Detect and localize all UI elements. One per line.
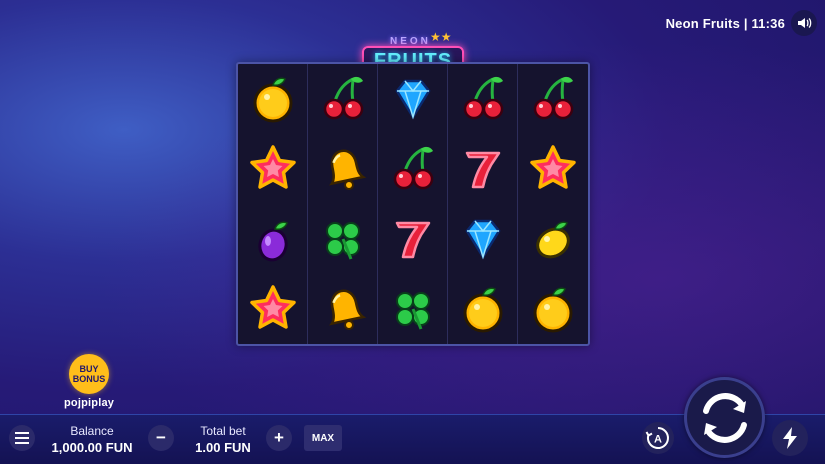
seven-icon: [465, 151, 500, 189]
reel-symbol-cell: [518, 274, 588, 344]
bell-icon: [328, 149, 366, 190]
autoplay-button[interactable]: A: [642, 422, 674, 454]
cherry-icon: [393, 146, 433, 190]
reel-2: [308, 64, 378, 344]
buy-bonus-line2: BONUS: [72, 374, 106, 384]
buy-bonus-line1: BUY: [79, 364, 99, 374]
game-title-clock: Neon Fruits | 11:36: [665, 16, 785, 31]
reel-symbol-cell: [448, 64, 517, 134]
reel-symbol-cell: [518, 64, 588, 134]
reel-symbol-cell: [448, 134, 517, 204]
provider-logo: pojpiplay: [64, 397, 115, 409]
cherry-icon: [323, 76, 363, 120]
bell-icon: [328, 289, 366, 330]
reel-4: [448, 64, 518, 344]
diamond-icon: [464, 219, 501, 260]
plum-icon: [257, 221, 288, 262]
reel-symbol-cell: [448, 274, 517, 344]
orange-icon: [463, 287, 502, 333]
turbo-button[interactable]: [772, 420, 808, 456]
seven-icon: [395, 221, 430, 259]
reel-symbol-cell: [238, 64, 307, 134]
spin-icon: [702, 392, 747, 443]
lemon-icon: [536, 221, 570, 259]
reel-symbol-cell: [378, 134, 447, 204]
reel-symbol-cell: [308, 134, 377, 204]
clover-icon: [395, 292, 430, 330]
reels-grid: [236, 62, 590, 346]
logo-stars-icon: ★★: [430, 30, 452, 44]
reel-symbol-cell: [518, 134, 588, 204]
orange-icon: [253, 77, 292, 123]
star-icon: [530, 145, 576, 189]
reel-symbol-cell: [448, 204, 517, 274]
balance-display: Balance 1,000.00 FUN: [40, 424, 144, 455]
minus-icon: −: [156, 428, 166, 447]
total-bet-label: Total bet: [200, 424, 246, 438]
lightning-icon: [783, 427, 797, 449]
balance-value: 1,000.00 FUN: [51, 440, 133, 455]
reel-symbol-cell: [308, 274, 377, 344]
reel-symbol-cell: [518, 204, 588, 274]
reel-3: [378, 64, 448, 344]
decrease-bet-button[interactable]: −: [148, 425, 174, 451]
menu-icon: [15, 432, 29, 444]
reel-symbol-cell: [238, 274, 307, 344]
star-icon: [249, 285, 296, 329]
buy-bonus-button[interactable]: BUY BONUS: [69, 354, 109, 394]
total-bet-display: Total bet 1.00 FUN: [180, 424, 266, 455]
total-bet-value: 1.00 FUN: [195, 440, 251, 455]
increase-bet-button[interactable]: +: [266, 425, 292, 451]
max-bet-button[interactable]: MAX: [304, 425, 342, 451]
diamond-icon: [394, 79, 431, 120]
reel-symbol-cell: [308, 204, 377, 274]
reel-symbol-cell: [378, 274, 447, 344]
orange-icon: [533, 287, 573, 333]
spin-button[interactable]: [684, 377, 765, 458]
menu-button[interactable]: [9, 425, 35, 451]
reel-symbol-cell: [238, 204, 307, 274]
reel-symbol-cell: [308, 64, 377, 134]
clover-icon: [325, 222, 360, 260]
speaker-icon: [798, 18, 812, 28]
reel-1: [238, 64, 308, 344]
cherry-icon: [463, 76, 503, 120]
reel-symbol-cell: [238, 134, 307, 204]
autoplay-icon: A: [645, 427, 669, 449]
star-icon: [249, 145, 296, 189]
balance-label: Balance: [70, 424, 114, 438]
reel-symbol-cell: [378, 64, 447, 134]
reel-5: [518, 64, 588, 344]
reel-symbol-cell: [378, 204, 447, 274]
autoplay-label: A: [654, 434, 662, 446]
plus-icon: +: [274, 428, 284, 447]
sound-button[interactable]: [791, 10, 817, 36]
cherry-icon: [533, 76, 574, 120]
